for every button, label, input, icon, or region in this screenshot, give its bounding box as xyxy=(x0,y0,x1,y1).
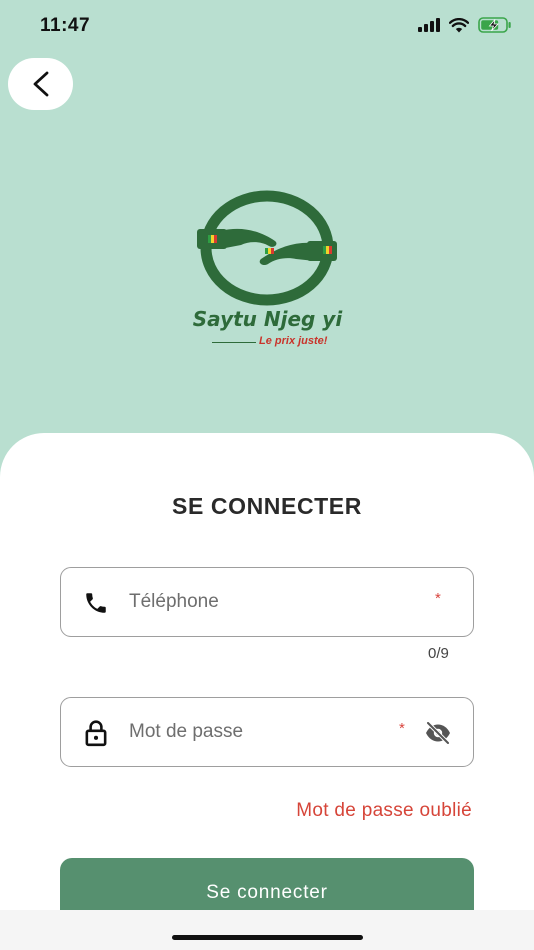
home-indicator[interactable] xyxy=(172,935,363,940)
phone-icon xyxy=(81,588,111,618)
phone-field[interactable]: * xyxy=(60,567,474,637)
forgot-password-link[interactable]: Mot de passe oublié xyxy=(296,800,472,822)
logo-tagline: Le prix juste! xyxy=(259,335,328,347)
bottom-safe-area xyxy=(0,910,534,950)
phone-input[interactable] xyxy=(129,586,379,618)
signal-icon xyxy=(418,18,440,32)
status-icons xyxy=(418,17,512,33)
logo-name: Saytu Njeg yi xyxy=(192,307,343,331)
app-logo: Saytu Njeg yi Le prix juste! xyxy=(175,185,360,355)
phone-required-mark: * xyxy=(435,590,441,607)
lock-icon xyxy=(81,718,111,748)
status-bar: 11:47 xyxy=(0,0,534,52)
back-button[interactable] xyxy=(8,58,73,110)
back-arrow-icon xyxy=(33,71,48,97)
password-field[interactable]: * xyxy=(60,697,474,767)
password-input[interactable] xyxy=(129,716,379,748)
status-time: 11:47 xyxy=(40,15,91,36)
wifi-icon xyxy=(449,17,469,32)
battery-charging-icon xyxy=(478,17,511,33)
password-required-mark: * xyxy=(399,720,405,737)
page-title: SE CONNECTER xyxy=(172,493,362,519)
eye-off-icon xyxy=(426,722,450,744)
phone-char-counter: 0/9 xyxy=(428,645,449,662)
logo-emblem xyxy=(197,190,337,306)
show-password-toggle[interactable] xyxy=(423,721,453,745)
logo-divider xyxy=(212,342,256,343)
